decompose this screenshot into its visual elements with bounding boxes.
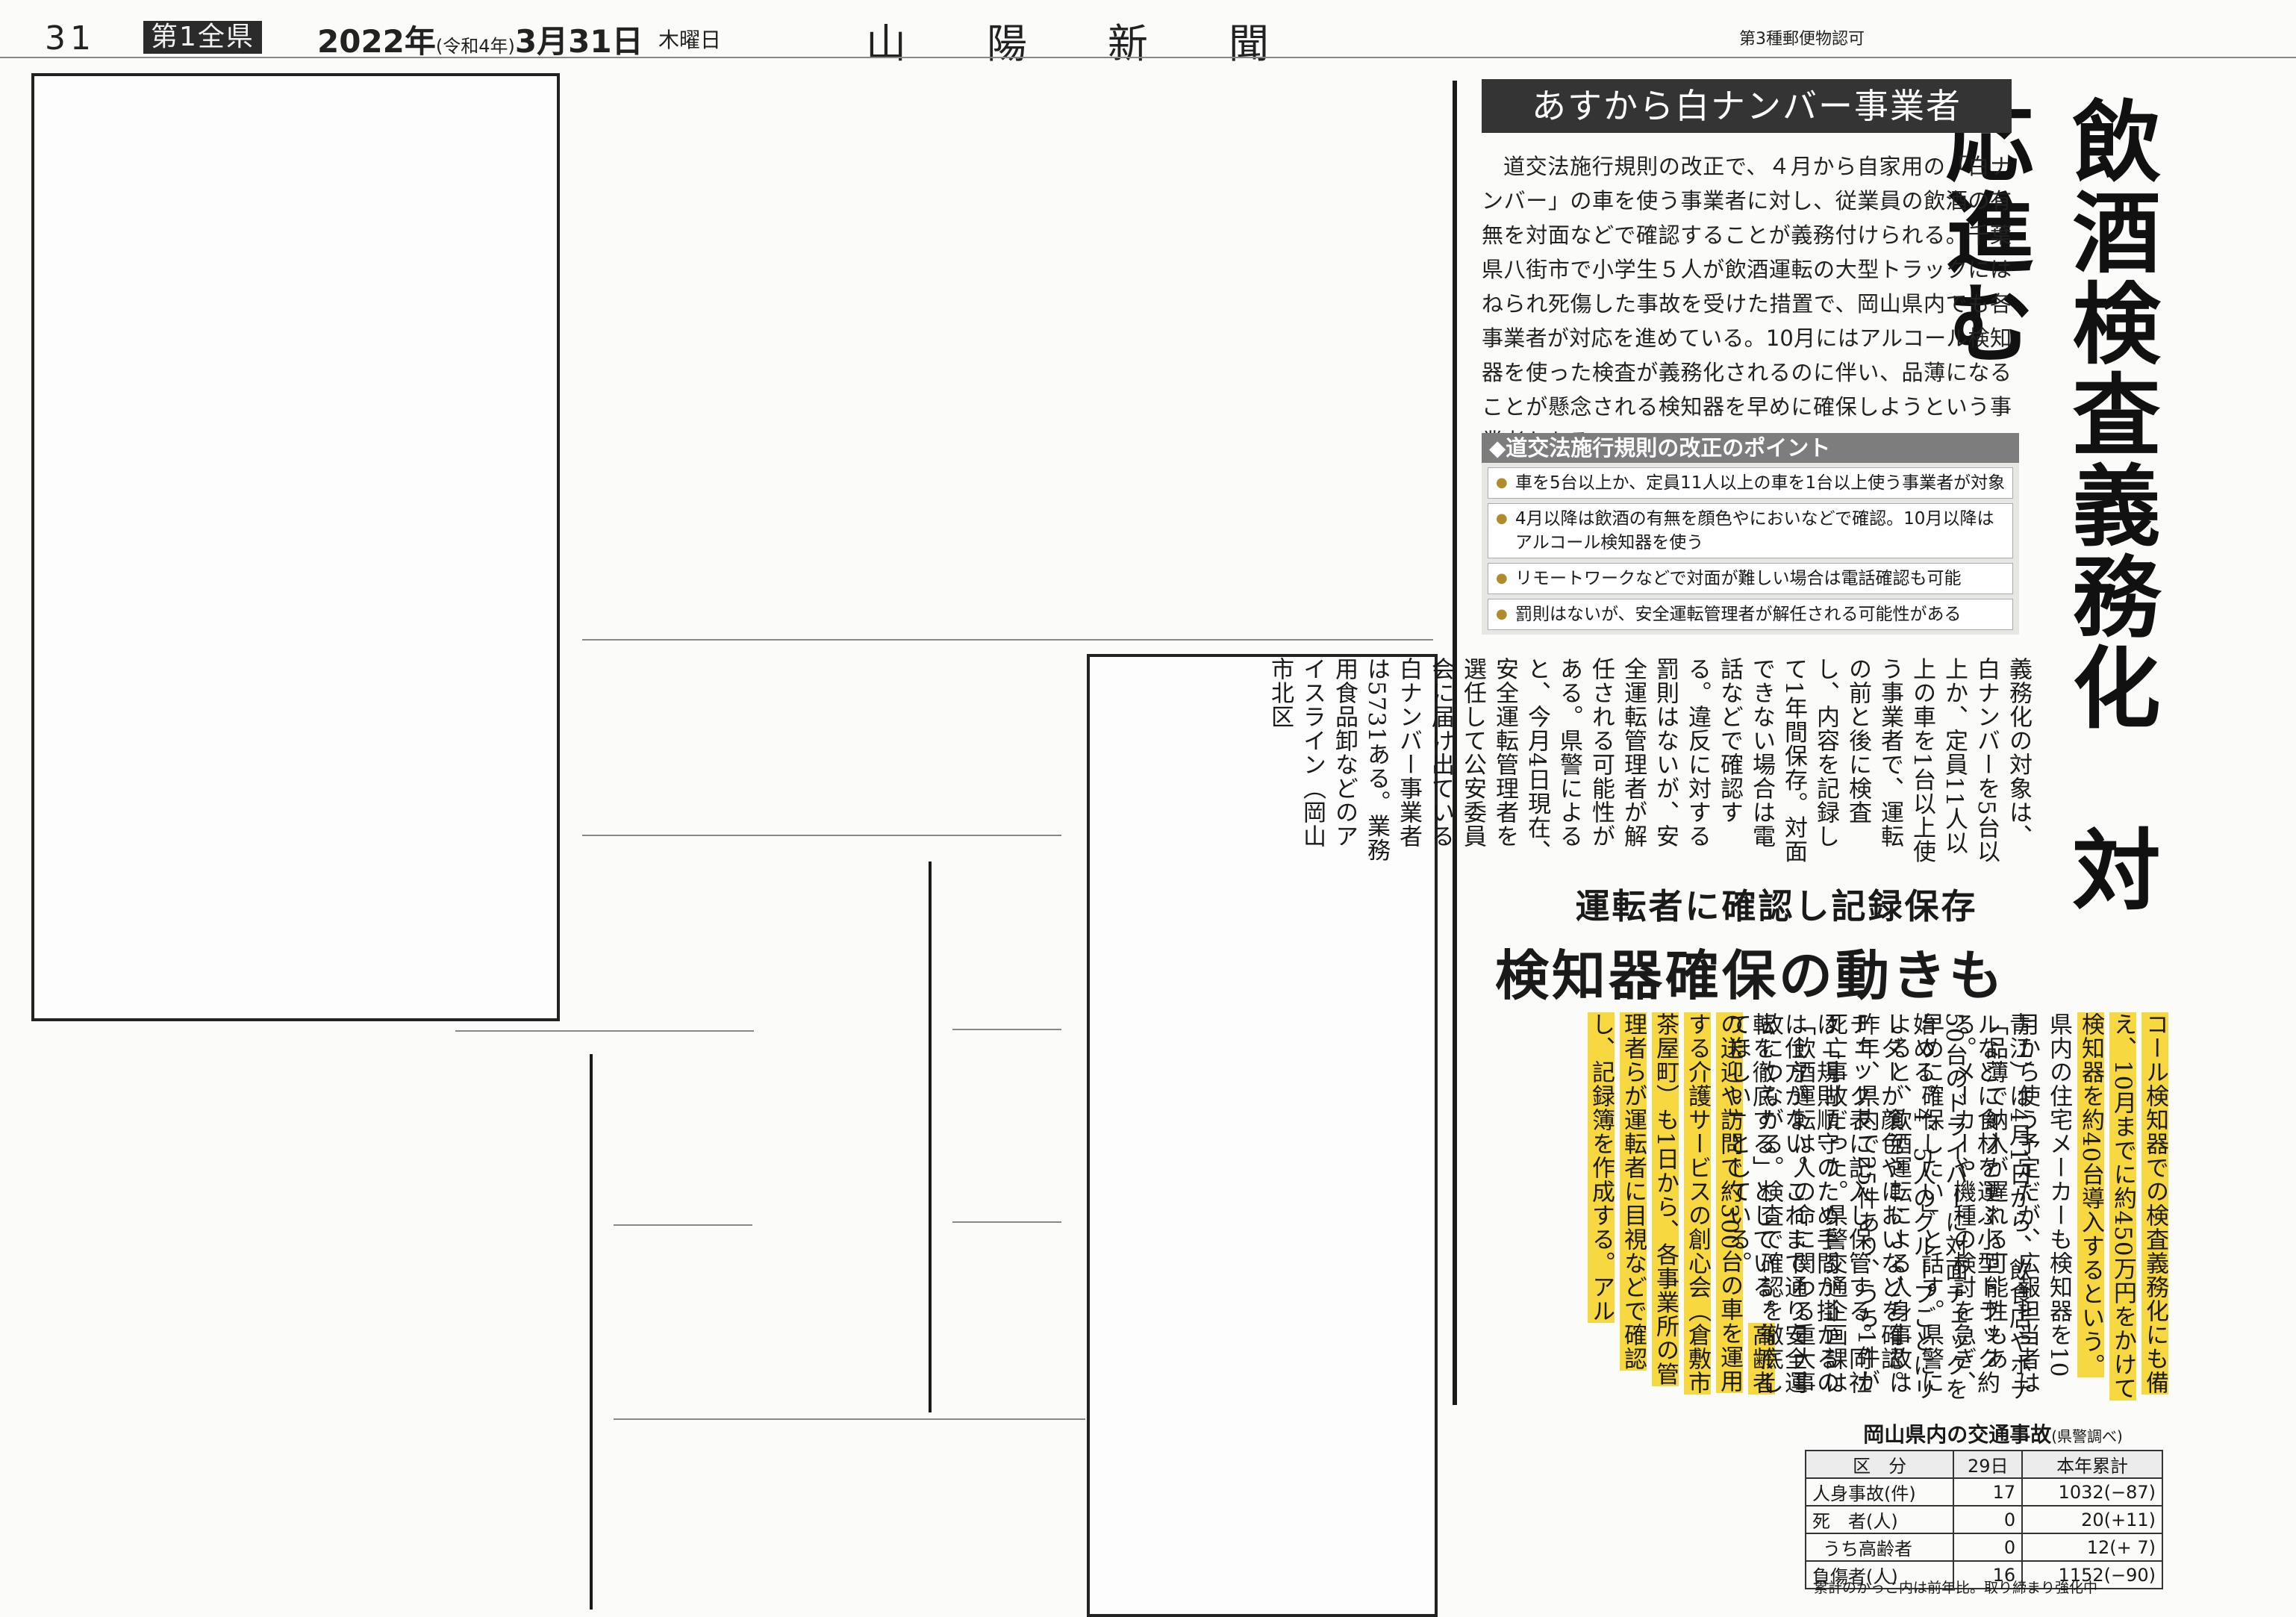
date-year: 2022年 — [317, 23, 436, 60]
lead-paragraph: 道交法施行規則の改正で、４月から自家用の「白ナンバー」の車を使う事業者に対し、従… — [1482, 154, 2012, 454]
table-header: 本年累計 — [2021, 1450, 2163, 1479]
table-header: 29日 — [1953, 1450, 2024, 1479]
column-rule — [614, 1224, 752, 1226]
section-badge: 第1全県 — [143, 21, 262, 54]
column-rule — [582, 835, 1061, 836]
header-rule — [0, 57, 2296, 58]
table-source: (県警調べ) — [2051, 1427, 2123, 1445]
subheadline: 運転者に確認し記録保存 — [1575, 886, 1978, 926]
row-total: 1032(−87) — [2021, 1477, 2163, 1507]
column-rule — [455, 1030, 754, 1032]
row-day: 0 — [1953, 1533, 2024, 1562]
headline: 飲酒検査義務化 対応進む — [1930, 96, 2161, 915]
column-divider — [590, 1054, 593, 1610]
row-label: うち高齢者 — [1804, 1533, 1955, 1562]
point-item: リモートワークなどで対面が難しい場合は電話確認も可能 — [1488, 563, 2013, 594]
points-title: ◆道交法施行規則の改正のポイント — [1482, 433, 2019, 463]
row-day: 0 — [1953, 1505, 2024, 1534]
point-item: 罰則はないが、安全運転管理者が解任される可能性がある — [1488, 599, 2013, 630]
row-total: 12(+ 7) — [2021, 1533, 2163, 1562]
date-era: (令和4年) — [435, 36, 515, 57]
point-item: 車を5台以上か、定員11人以上の車を1台以上使う事業者が対象 — [1488, 467, 2013, 499]
issue-date: 2022年(令和4年)3月31日 — [317, 16, 643, 62]
subheadline-main: 検知器確保の動きも — [1494, 944, 2006, 1007]
kicker: あすから白ナンバー事業者 — [1482, 79, 2012, 133]
page-number: 31 — [45, 19, 96, 57]
column-rule — [952, 1029, 1061, 1030]
accident-table-title: 岡山県内の交通事故(県警調べ) — [1814, 1418, 2172, 1448]
weekday: 木曜日 — [658, 28, 722, 52]
date-monthday: 3月31日 — [514, 23, 643, 60]
table-note: 累計のかっこ内は前年比。取り締まり強化中 — [1814, 1580, 2098, 1596]
column-rule — [614, 1418, 1085, 1420]
column-divider — [929, 862, 932, 1412]
points-box: ◆道交法施行規則の改正のポイント 車を5台以上か、定員11人以上の車を1台以上使… — [1482, 433, 2019, 635]
postal-permit: 第3種郵便物認可 — [1739, 30, 1865, 49]
point-item: 4月以降は飲酒の有無を顔色やにおいなどで確認。10月以降はアルコール検知器を使う — [1488, 503, 2013, 558]
blank-ad-frame — [31, 73, 560, 1021]
table-header: 区 分 — [1804, 1450, 1955, 1479]
row-day: 17 — [1953, 1477, 2024, 1507]
table-row: うち高齢者 0 12(+ 7) — [1804, 1533, 2163, 1562]
newspaper-name: 山陽新聞 — [866, 20, 1350, 67]
body-column-1: 義務化の対象は、白ナンバーを5台以上か、定員11人以上の車を1台以上使う事業者で… — [1267, 657, 2032, 864]
row-label: 死 者(人) — [1804, 1505, 1955, 1534]
table-row: 死 者(人) 0 20(+11) — [1804, 1505, 2163, 1534]
row-total: 20(+11) — [2021, 1505, 2163, 1534]
table-title-text: 岡山県内の交通事故 — [1863, 1422, 2052, 1447]
table-row: 人身事故(件) 17 1032(−87) — [1804, 1477, 2163, 1507]
body-text: 県内の住宅メーカーも検知器を10月から使う予定だが、広報担当者は「品薄で納入が遅… — [1724, 1012, 2072, 1395]
highlighted-text: コール検知器での検査義務化にも備え、10月までに約450万円をかけて検知器を約4… — [2077, 1012, 2168, 1401]
table-header-row: 区 分 29日 本年累計 — [1804, 1450, 2163, 1479]
accident-table: 区 分 29日 本年累計 人身事故(件) 17 1032(−87) 死 者(人)… — [1804, 1450, 2163, 1589]
column-rule — [582, 639, 1433, 641]
column-rule — [952, 1221, 1061, 1223]
row-label: 人身事故(件) — [1804, 1477, 1955, 1507]
body-column-3: コール検知器での検査義務化にも備え、10月までに約450万円をかけて検知器を約4… — [1724, 1012, 2171, 1401]
